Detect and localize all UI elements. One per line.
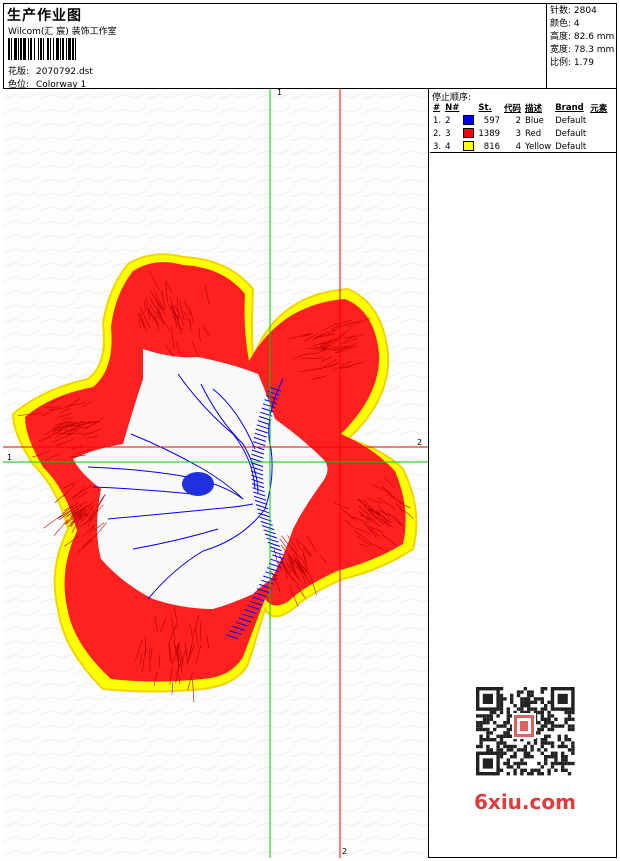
row-needle: 2 [445,115,451,126]
col-header-swatch [461,102,476,114]
table-divider [430,152,617,153]
embroidery-canvas [3,89,428,858]
color-swatch [463,115,475,126]
design-ratio: 比例: 1.79 [550,58,594,68]
pattern-value: 2070792.dst [36,67,93,77]
qr-code-icon [472,683,578,777]
watermark-logo: 6xiu.com [474,790,576,814]
row-element [588,127,609,140]
design-stats: 针数: 2804 颜色: 4 高度: 82.6 mm 宽度: 78.3 mm 比… [546,3,617,88]
col-header-element: 元素 [590,104,608,114]
guide-label-h2: 2 [417,438,423,447]
col-header-brand: Brand [555,103,584,113]
studio-name: Wilcom(汇 宸) 装饰工作室 [8,27,117,37]
sheet-title: 生产作业图 [7,8,82,24]
color-swatch [463,141,475,152]
table-row[interactable]: 2. 3 1389 3 Red Default [431,127,609,140]
table-row[interactable]: 1. 2 597 2 Blue Default [431,114,609,127]
barcode-icon [8,38,148,60]
guide-label-h1: 1 [7,453,13,462]
col-header-index: # [433,103,441,113]
row-swatch-cell [461,114,476,127]
color-swatch [463,128,475,139]
row-description: Blue [525,115,544,126]
design-width: 宽度: 78.3 mm [550,45,615,55]
guide-label-v1: 1 [277,89,283,97]
row-code: 3 [515,128,522,139]
sheet-header: 生产作业图 Wilcom(汇 宸) 装饰工作室 花版: 2070792.dst 色… [3,3,617,90]
row-swatch-cell [461,127,476,140]
color-count: 颜色: 4 [550,19,580,29]
row-code: 2 [515,115,522,126]
row-brand: Default [555,115,587,126]
row-stitches: 1389 [478,128,501,139]
stop-sequence-table: # N# St. 代码 描述 Brand 元素 1. 2 597 2 Blue … [431,102,609,153]
table-header-row: # N# St. 代码 描述 Brand 元素 [431,102,609,114]
design-height: 高度: 82.6 mm [550,32,615,42]
row-description: Red [525,128,542,139]
header-info: 生产作业图 Wilcom(汇 宸) 装饰工作室 花版: 2070792.dst 色… [7,5,547,90]
pattern-line: 花版: 2070792.dst [8,64,93,77]
row-index: 2. [433,128,442,139]
row-brand: Default [555,128,587,139]
col-header-code: 代码 [504,104,522,114]
row-index: 1. [433,115,442,126]
row-stitches: 597 [483,115,501,126]
col-header-description: 描述 [525,104,543,114]
col-header-stitches: St. [478,103,492,113]
stitch-count: 针数: 2804 [550,6,597,16]
pattern-label: 花版: [8,67,30,77]
row-needle: 3 [445,128,451,139]
design-preview[interactable]: 1 2 1 2 [3,89,429,858]
col-header-needle: N# [445,103,460,113]
row-element [588,114,609,127]
guide-label-v2: 2 [342,847,348,856]
